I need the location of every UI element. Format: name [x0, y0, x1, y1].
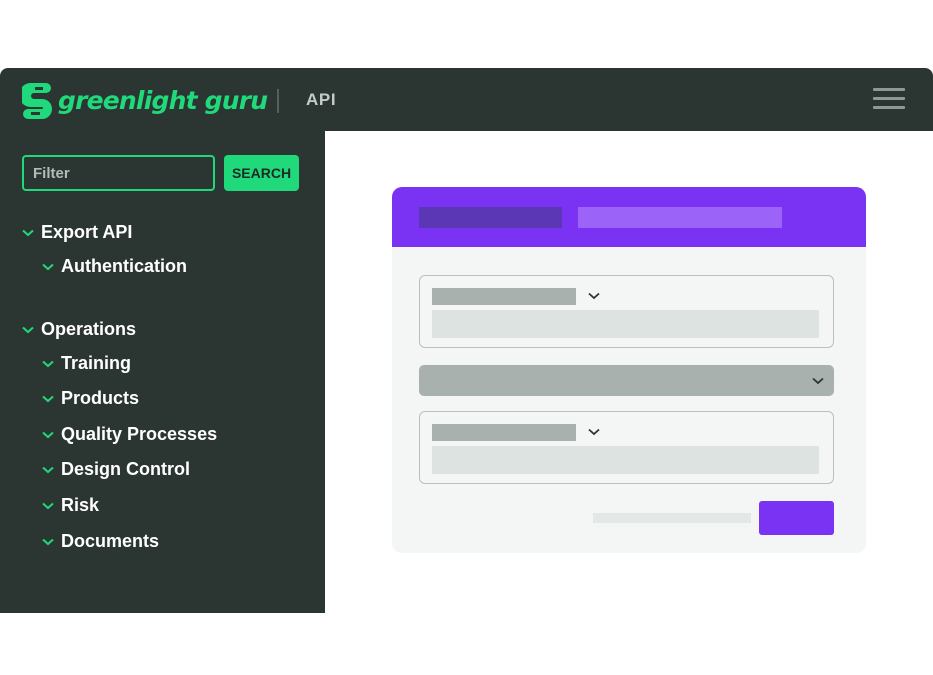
logo-text: greenlight guru: [58, 85, 268, 115]
chevron-down-icon: [42, 263, 54, 270]
sidebar-item-label: Operations: [41, 319, 137, 339]
placeholder-select[interactable]: [419, 365, 834, 396]
sidebar-item-label: Design Control: [61, 459, 190, 479]
placeholder-input[interactable]: [432, 446, 819, 474]
chevron-down-icon[interactable]: [588, 428, 600, 436]
sidebar-item-label: Export API: [41, 222, 133, 242]
sidebar-item-training[interactable]: Training: [42, 353, 131, 374]
chevron-down-icon: [42, 431, 54, 438]
sidebar-item-authentication[interactable]: Authentication: [42, 256, 187, 277]
chevron-down-icon: [42, 466, 54, 473]
search-button[interactable]: SEARCH: [224, 155, 299, 191]
sidebar-item-risk[interactable]: Risk: [42, 495, 99, 516]
sidebar-item-label: Quality Processes: [61, 424, 218, 444]
placeholder-text-line: [593, 513, 751, 523]
sidebar-item-label: Training: [61, 353, 132, 373]
placeholder-title: [419, 207, 562, 228]
greenlight-guru-logo-icon: [22, 83, 52, 119]
chevron-down-icon: [812, 377, 824, 385]
sidebar-item-documents[interactable]: Documents: [42, 531, 159, 552]
app-frame: greenlight guru API SEARCH Export API Au…: [0, 68, 933, 613]
header-divider: [277, 89, 279, 113]
sidebar: SEARCH Export API Authentication Operati…: [0, 131, 325, 613]
logo[interactable]: greenlight guru: [22, 80, 268, 120]
chevron-down-icon[interactable]: [588, 292, 600, 300]
placeholder-submit-button[interactable]: [759, 501, 834, 535]
card-header: [392, 187, 866, 247]
filter-input[interactable]: [22, 155, 215, 191]
form-field-group: [419, 411, 834, 484]
sidebar-item-label: Risk: [61, 495, 100, 515]
chevron-down-icon: [22, 326, 34, 333]
sidebar-item-label: Documents: [61, 531, 160, 551]
sidebar-item-label: Products: [61, 388, 140, 408]
form-mockup-card: [392, 187, 866, 553]
sidebar-item-label: Authentication: [61, 256, 187, 276]
chevron-down-icon: [42, 502, 54, 509]
chevron-down-icon: [42, 538, 54, 545]
sidebar-item-operations[interactable]: Operations: [22, 319, 136, 340]
sidebar-item-quality-processes[interactable]: Quality Processes: [42, 424, 217, 445]
sidebar-item-design-control[interactable]: Design Control: [42, 459, 190, 480]
section-label: API: [306, 90, 337, 109]
sidebar-item-export-api[interactable]: Export API: [22, 222, 132, 243]
placeholder-input[interactable]: [432, 310, 819, 338]
form-field-group: [419, 275, 834, 348]
chevron-down-icon: [22, 229, 34, 236]
sidebar-item-products[interactable]: Products: [42, 388, 139, 409]
placeholder-label: [432, 424, 576, 441]
chevron-down-icon: [42, 360, 54, 367]
hamburger-menu-icon[interactable]: [873, 88, 905, 110]
chevron-down-icon: [42, 395, 54, 402]
placeholder-subtitle: [578, 207, 782, 228]
placeholder-label: [432, 288, 576, 305]
top-header: greenlight guru API: [0, 68, 933, 131]
